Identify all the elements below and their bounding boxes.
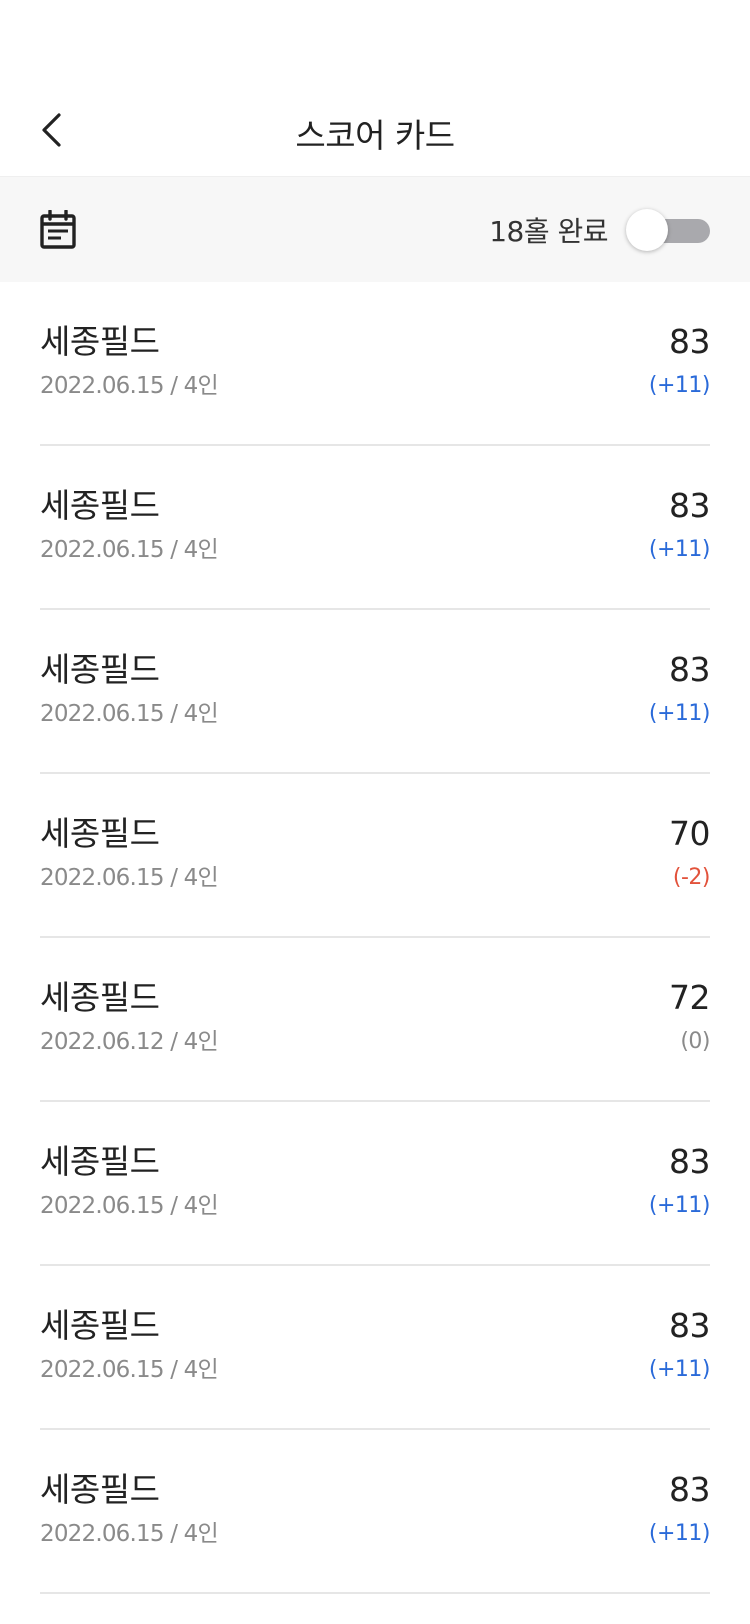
calendar-button[interactable] — [38, 208, 78, 252]
calendar-icon — [40, 209, 76, 249]
app-header: 스코어 카드 — [0, 94, 750, 176]
scorecard-row[interactable]: 세종필드 2022.06.15 / 4인 70 (-2) — [40, 774, 711, 938]
score-to-par: (+11) — [648, 1521, 711, 1546]
total-score: 83 — [669, 486, 711, 525]
total-score: 83 — [669, 1470, 711, 1509]
round-date-players: 2022.06.15 / 4인 — [40, 1357, 219, 1383]
round-date-players: 2022.06.15 / 4인 — [40, 373, 219, 399]
total-score: 83 — [669, 1306, 711, 1345]
course-name: 세종필드 — [40, 978, 160, 1017]
course-name: 세종필드 — [40, 1306, 160, 1345]
round-date-players: 2022.06.15 / 4인 — [40, 1521, 219, 1547]
score-to-par: (+11) — [648, 373, 711, 398]
toggle-label: 18홀 완료 — [489, 214, 608, 248]
total-score: 83 — [669, 322, 711, 361]
course-name: 세종필드 — [40, 1142, 160, 1181]
score-to-par: (-2) — [672, 865, 711, 890]
course-name: 세종필드 — [40, 486, 160, 525]
toggle-knob — [626, 208, 668, 251]
course-name: 세종필드 — [40, 1470, 160, 1509]
score-to-par: (+11) — [648, 1357, 711, 1382]
course-name: 세종필드 — [40, 650, 160, 689]
round-date-players: 2022.06.12 / 4인 — [40, 1029, 219, 1055]
completed-18-hole-filter: 18홀 완료 — [489, 207, 710, 253]
total-score: 70 — [669, 814, 711, 853]
round-date-players: 2022.06.15 / 4인 — [40, 865, 219, 891]
score-to-par: (+11) — [648, 701, 711, 726]
completed-18-hole-toggle[interactable] — [626, 207, 710, 253]
score-to-par: (0) — [680, 1029, 710, 1054]
page-title: 스코어 카드 — [295, 116, 455, 155]
scorecard-row[interactable]: 세종필드 2022.06.15 / 4인 83 (+11) — [40, 1430, 711, 1594]
scorecard-row[interactable]: 세종필드 2022.06.15 / 4인 83 (+11) — [40, 1102, 711, 1266]
round-date-players: 2022.06.15 / 4인 — [40, 1193, 219, 1219]
total-score: 83 — [669, 650, 711, 689]
scorecard-list: 세종필드 2022.06.15 / 4인 83 (+11) 세종필드 2022.… — [0, 282, 750, 1594]
filter-bar: 18홀 완료 — [0, 176, 750, 282]
total-score: 72 — [669, 978, 711, 1017]
scorecard-row[interactable]: 세종필드 2022.06.15 / 4인 83 (+11) — [40, 610, 711, 774]
chevron-left-icon — [42, 113, 61, 147]
total-score: 83 — [669, 1142, 711, 1181]
scorecard-row[interactable]: 세종필드 2022.06.15 / 4인 83 (+11) — [40, 446, 711, 610]
scorecard-row[interactable]: 세종필드 2022.06.15 / 4인 83 (+11) — [40, 282, 711, 446]
score-to-par: (+11) — [648, 1193, 711, 1218]
scorecard-row[interactable]: 세종필드 2022.06.12 / 4인 72 (0) — [40, 938, 711, 1102]
score-to-par: (+11) — [648, 537, 711, 562]
course-name: 세종필드 — [40, 814, 160, 853]
round-date-players: 2022.06.15 / 4인 — [40, 701, 219, 727]
course-name: 세종필드 — [40, 322, 160, 361]
scorecard-row[interactable]: 세종필드 2022.06.15 / 4인 83 (+11) — [40, 1266, 711, 1430]
back-button[interactable] — [30, 108, 74, 152]
round-date-players: 2022.06.15 / 4인 — [40, 537, 219, 563]
status-bar — [0, 0, 750, 94]
